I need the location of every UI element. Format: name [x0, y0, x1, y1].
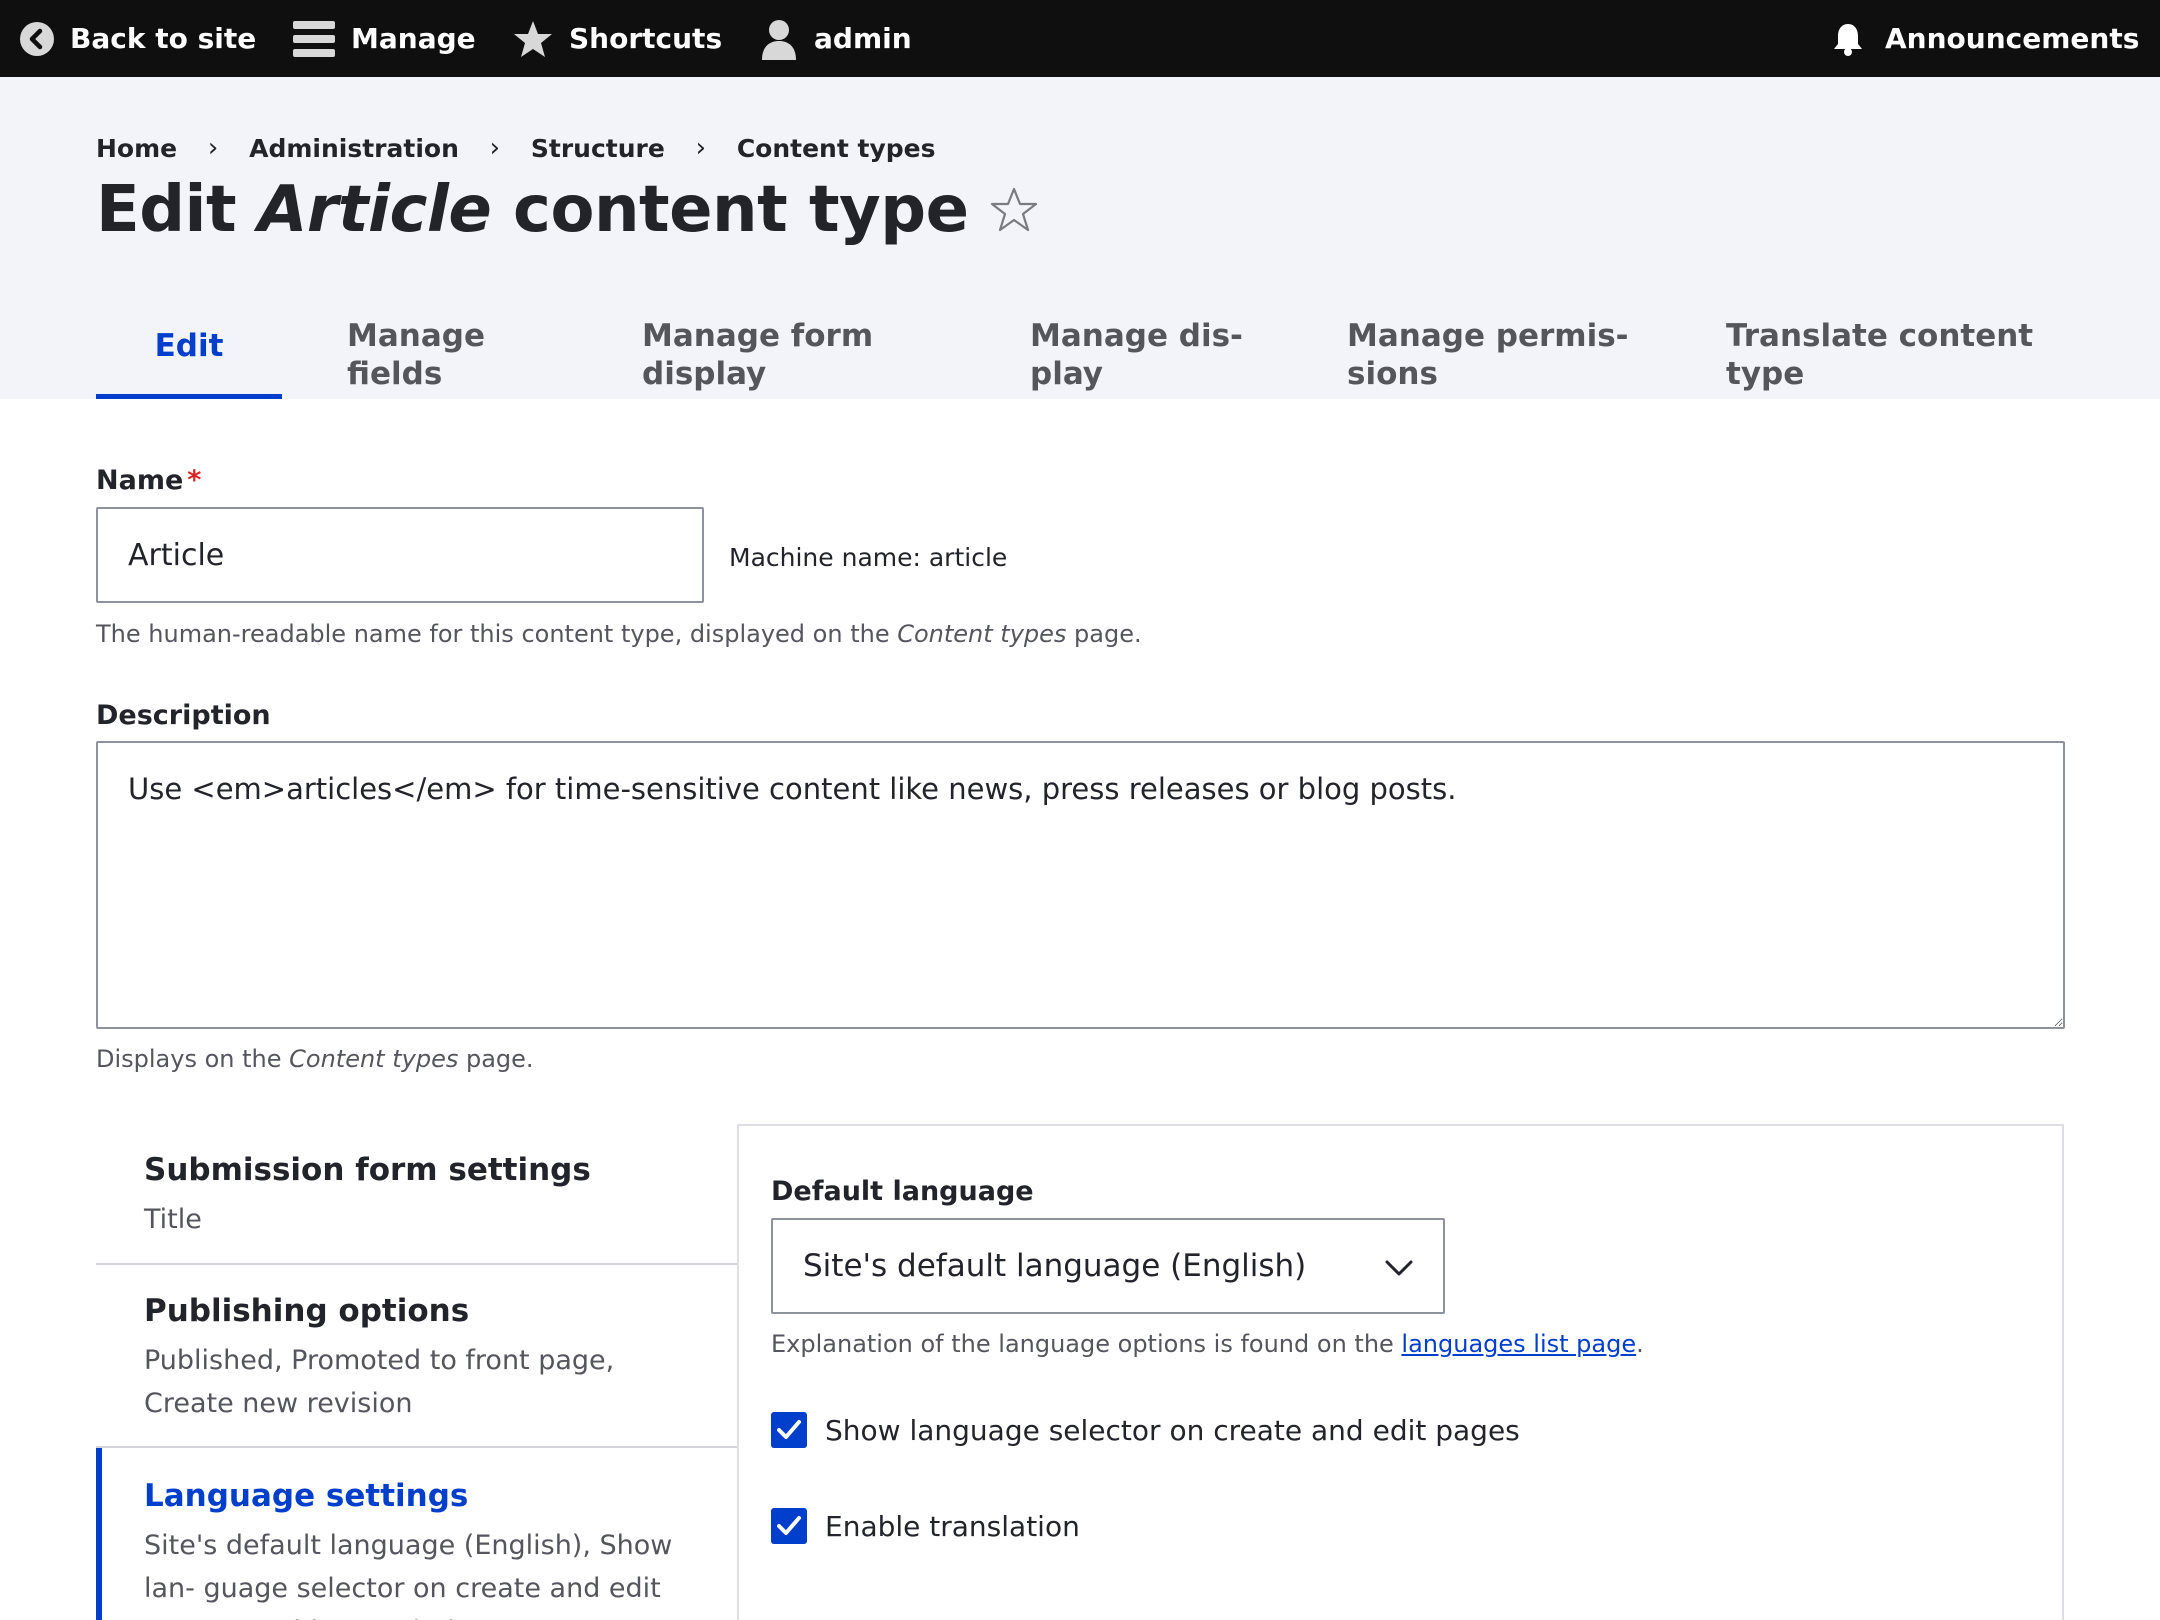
star-icon — [513, 19, 553, 59]
back-to-site-label: Back to site — [70, 22, 257, 55]
description-label: Description — [96, 700, 271, 731]
manage-menu[interactable]: Manage — [293, 0, 476, 77]
tab-edit-label: Edit — [154, 328, 224, 364]
vertical-tab-publishing-options[interactable]: Publishing options Published, Promoted t… — [96, 1265, 738, 1446]
hint-emphasis: Content types — [289, 1045, 459, 1073]
hint-text: Displays on the — [96, 1045, 290, 1073]
tab-label-line: fields — [347, 356, 443, 392]
back-arrow-icon — [20, 21, 54, 56]
required-marker: * — [187, 465, 202, 496]
manage-label: Manage — [351, 22, 476, 55]
title-emphasis: Article — [257, 173, 492, 247]
tab-manage-display[interactable]: Manage dis- play — [1030, 297, 1243, 399]
tab-translate-content-type[interactable]: Translate content type — [1726, 297, 2033, 399]
hint-text: page. — [458, 1045, 534, 1073]
description-hint: Displays on the Content types page. — [96, 1045, 534, 1073]
add-shortcut-star-icon[interactable] — [990, 186, 1038, 234]
show-language-selector-checkbox[interactable] — [771, 1412, 807, 1448]
chevron-down-icon — [1385, 1248, 1413, 1284]
language-settings-pane: Default language Site's default language… — [737, 1124, 2064, 1620]
checkbox-label: Show language selector on create and edi… — [825, 1413, 1520, 1447]
default-language-value: Site's default language (English) — [803, 1248, 1307, 1284]
name-label: Name * — [96, 465, 201, 496]
tab-label-line: play — [1030, 356, 1103, 392]
user-label: admin — [814, 22, 912, 55]
language-explanation: Explanation of the language options is f… — [771, 1330, 1644, 1358]
name-description: The human-readable name for this content… — [96, 620, 1142, 648]
page-header: Home › Administration › Structure › Cont… — [0, 77, 2160, 399]
announcements-label: Announcements — [1885, 22, 2140, 55]
name-input[interactable] — [96, 507, 704, 603]
title-suffix: content type — [491, 173, 969, 247]
hint-text: Explanation of the language options is f… — [771, 1330, 1402, 1358]
default-language-select[interactable]: Site's default language (English) — [771, 1218, 1445, 1314]
breadcrumb-structure[interactable]: Structure — [531, 134, 665, 163]
hint-text: page. — [1066, 620, 1142, 648]
breadcrumb-separator: › — [695, 133, 707, 163]
tab-label-line: display — [642, 356, 767, 392]
hint-text: . — [1636, 1330, 1644, 1358]
checkmark-icon — [777, 1420, 801, 1439]
vertical-tab-title: Publishing options — [144, 1293, 470, 1329]
enable-translation-checkbox[interactable] — [771, 1508, 807, 1544]
breadcrumb-separator: › — [207, 133, 219, 163]
vertical-tab-title: Language settings — [144, 1478, 469, 1514]
shortcuts-label: Shortcuts — [569, 22, 723, 55]
back-to-site-link[interactable]: Back to site — [20, 0, 256, 77]
vertical-tab-summary: Title — [144, 1204, 202, 1235]
tab-label-line: Manage permis- — [1347, 318, 1629, 354]
hint-text: The human-readable name for this content… — [96, 620, 898, 648]
primary-tabs: Edit Manage fields Manage form display M… — [0, 297, 2160, 399]
admin-toolbar: Back to site Manage Shortcuts admin Anno… — [0, 0, 2160, 77]
show-language-selector-checkbox-row[interactable]: Show language selector on create and edi… — [771, 1412, 1520, 1448]
tab-label-line: Translate content — [1726, 318, 2034, 354]
breadcrumb-separator: › — [489, 133, 501, 163]
bell-icon — [1833, 22, 1863, 56]
tab-label-line: Manage — [347, 318, 485, 354]
description-textarea[interactable]: Use <em>articles</em> for time-sensitive… — [96, 741, 2065, 1029]
name-label-text: Name — [96, 465, 184, 496]
vertical-tab-submission-form[interactable]: Submission form settings Title — [96, 1124, 738, 1264]
breadcrumb-content-types[interactable]: Content types — [737, 134, 936, 163]
tab-manage-fields[interactable]: Manage fields — [347, 297, 485, 399]
checkmark-icon — [777, 1516, 801, 1535]
tab-label-line: type — [1726, 356, 1805, 392]
tab-edit[interactable]: Edit — [96, 297, 282, 399]
breadcrumb: Home › Administration › Structure › Cont… — [96, 133, 935, 163]
breadcrumb-home[interactable]: Home — [96, 134, 177, 163]
vertical-tab-title: Submission form settings — [144, 1152, 591, 1188]
tab-label-line: Manage dis- — [1030, 318, 1243, 354]
tab-manage-form-display[interactable]: Manage form display — [642, 297, 873, 399]
checkbox-label: Enable translation — [825, 1509, 1080, 1543]
hamburger-icon — [293, 19, 335, 59]
announcements-link[interactable]: Announcements — [1833, 0, 2139, 77]
vertical-tab-language-settings[interactable]: Language settings Site's default languag… — [96, 1448, 738, 1620]
tab-label-line: sions — [1347, 356, 1438, 392]
tab-manage-permissions[interactable]: Manage permis- sions — [1347, 297, 1629, 399]
shortcuts-menu[interactable]: Shortcuts — [513, 0, 722, 77]
user-icon — [760, 18, 798, 60]
default-language-label: Default language — [771, 1176, 1034, 1207]
languages-list-page-link[interactable]: languages list page — [1401, 1330, 1636, 1358]
breadcrumb-administration[interactable]: Administration — [249, 134, 459, 163]
enable-translation-checkbox-row[interactable]: Enable translation — [771, 1508, 1080, 1544]
machine-name: Machine name: article — [729, 543, 1008, 572]
user-menu[interactable]: admin — [760, 0, 912, 77]
vertical-tab-summary: Site's default language (English), Show … — [144, 1530, 673, 1620]
hint-emphasis: Content types — [897, 620, 1067, 648]
title-prefix: Edit — [96, 173, 258, 247]
page-title: Edit Article content type — [96, 173, 1038, 247]
tab-label-line: Manage form — [642, 318, 874, 354]
vertical-tab-summary: Published, Promoted to front page, Creat… — [144, 1345, 615, 1419]
